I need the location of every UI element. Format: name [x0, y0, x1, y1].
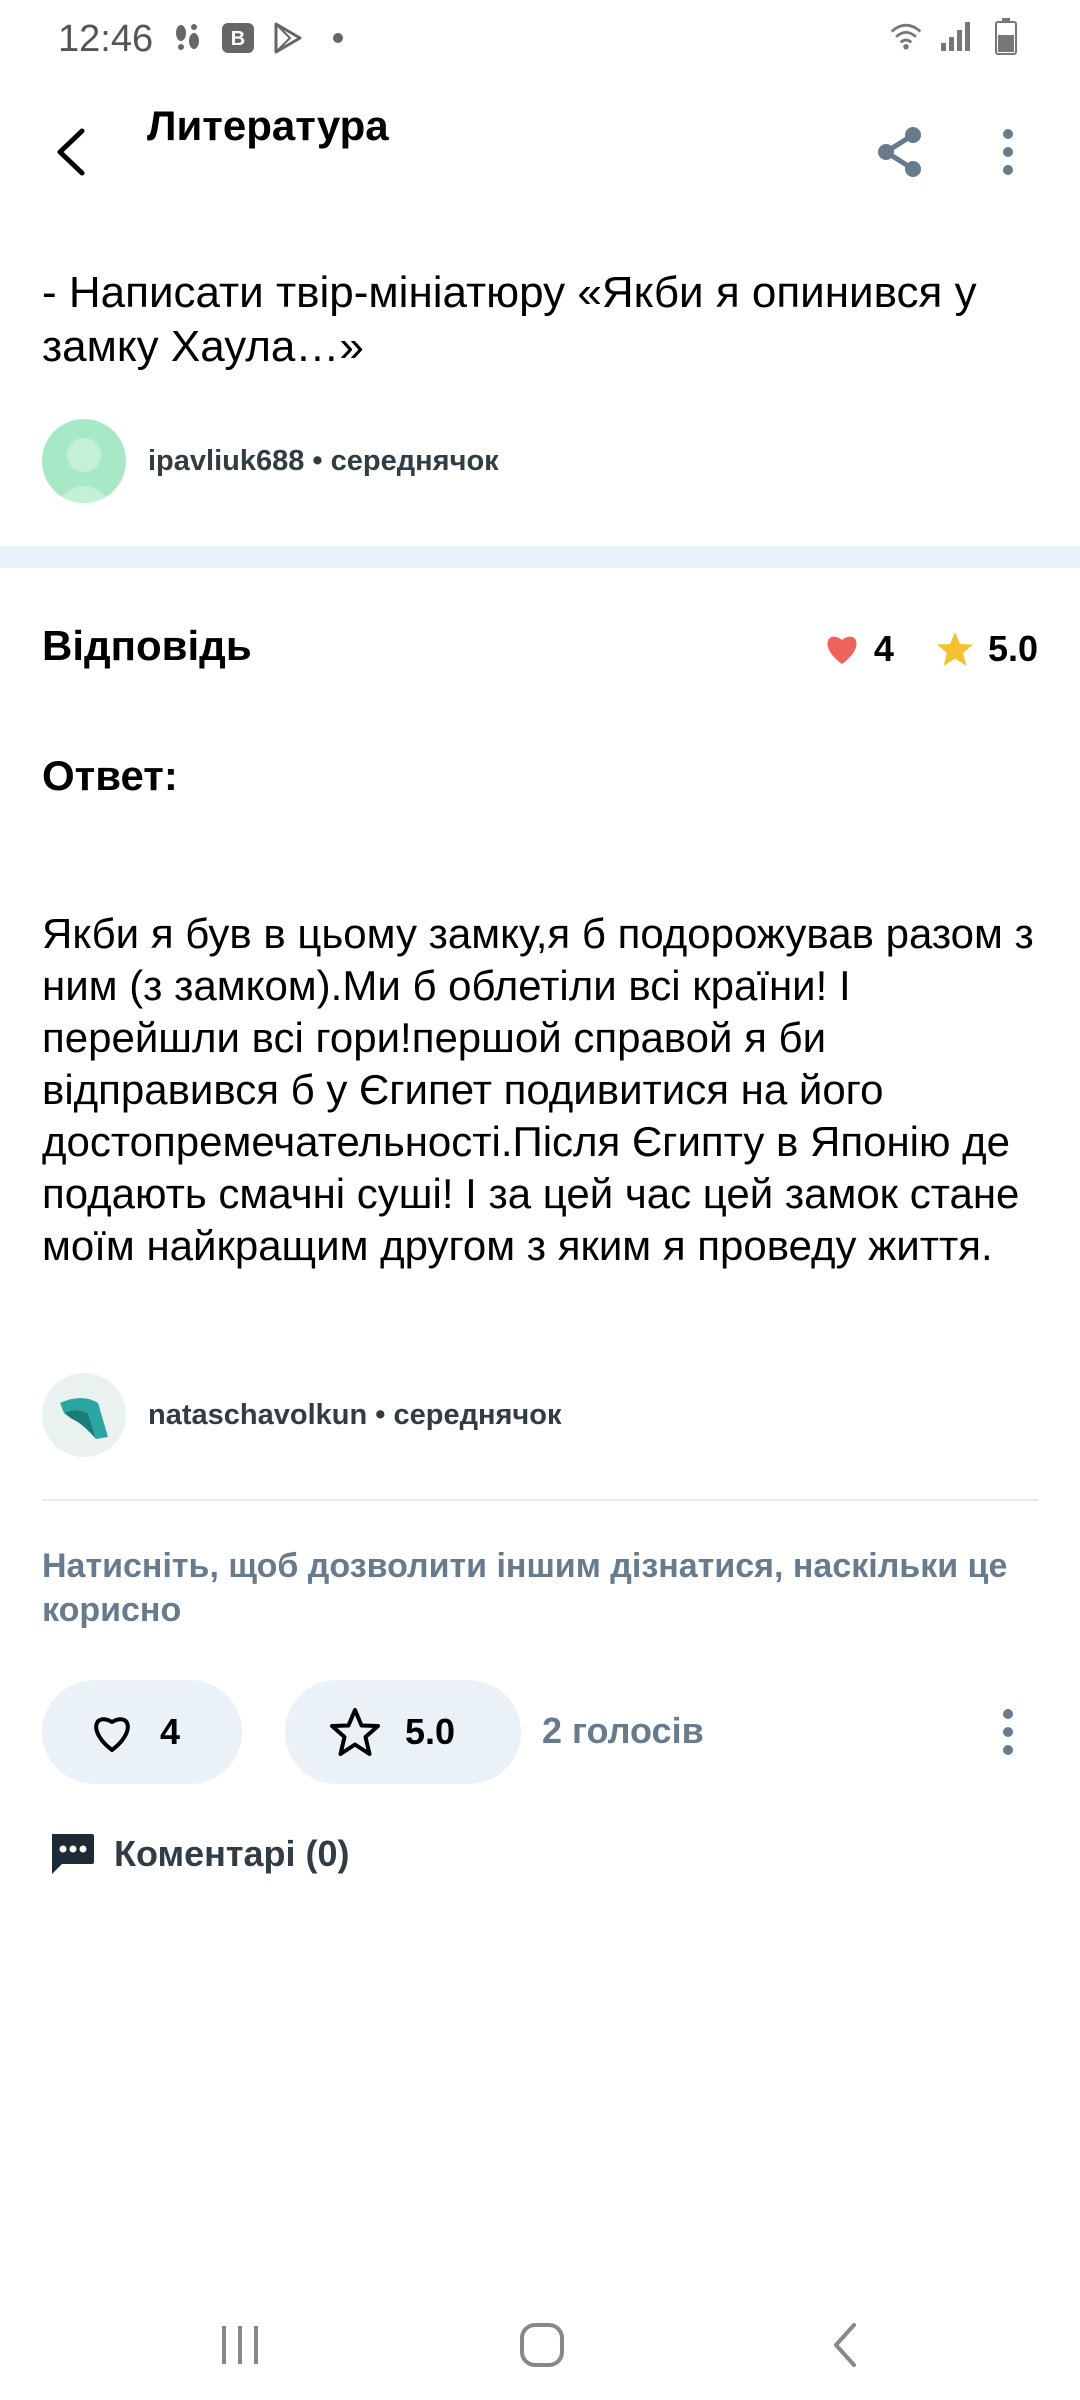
battery-icon	[988, 18, 1024, 55]
star-outline-icon	[330, 1708, 380, 1756]
status-notification-icons: B	[170, 20, 356, 56]
author-info: nataschavolkun • середнячок	[148, 1399, 561, 1432]
author-name[interactable]: nataschavolkun	[148, 1399, 367, 1431]
vk-icon: B	[220, 20, 256, 56]
svg-text:B: B	[231, 28, 245, 50]
rating-value: 5.0	[987, 628, 1038, 669]
recent-apps-button[interactable]	[200, 2310, 280, 2380]
like-count: 4	[160, 1711, 181, 1752]
author-name[interactable]: ipavliuk688	[148, 445, 304, 477]
answer-body: Якби я був в цьому замку,я б подорожував…	[42, 910, 1034, 1269]
nav-back-icon	[834, 2323, 856, 2367]
share-icon	[878, 127, 921, 177]
author-info: ipavliuk688 • середнячок	[148, 445, 499, 478]
question-text: - Написати твір-мініатюру «Якби я опинив…	[42, 268, 977, 371]
comments-button[interactable]: Коментарі (0)	[48, 1832, 350, 1876]
author-separator: •	[304, 444, 331, 477]
rate-button[interactable]: 5.0	[285, 1680, 521, 1784]
system-nav-bar	[0, 2290, 1080, 2400]
top-app-bar: Литература	[0, 80, 1080, 230]
home-icon	[520, 2323, 564, 2367]
status-system-icons	[888, 18, 1024, 55]
answer-more-button[interactable]	[976, 1700, 1040, 1764]
answer-rating: 5.0	[936, 628, 1038, 670]
answer-stats: 4 5.0	[824, 628, 1038, 670]
heart-outline-icon	[94, 1717, 130, 1752]
system-back-button[interactable]	[805, 2310, 885, 2380]
answer-author[interactable]: nataschavolkun • середнячок	[42, 1372, 561, 1458]
signal-icon	[938, 18, 974, 54]
answer-heading: Відповідь	[42, 622, 252, 669]
heart-icon	[827, 636, 857, 664]
default-user-icon	[56, 438, 112, 503]
steps-icon	[170, 20, 206, 56]
avatar[interactable]	[42, 1373, 126, 1457]
comment-icon	[52, 1834, 94, 1874]
back-button[interactable]	[40, 120, 104, 184]
author-rank: середнячок	[393, 1398, 562, 1431]
home-button[interactable]	[502, 2310, 582, 2380]
rating-value: 5.0	[405, 1711, 456, 1752]
share-button[interactable]	[868, 120, 932, 184]
recent-apps-icon	[222, 2326, 258, 2364]
question-author[interactable]: ipavliuk688 • середнячок	[42, 418, 499, 504]
divider	[42, 1499, 1038, 1501]
wifi-icon	[888, 18, 924, 54]
section-divider	[0, 546, 1080, 568]
dot-icon	[320, 20, 356, 56]
more-vertical-icon	[1003, 129, 1013, 175]
star-icon	[936, 632, 973, 666]
more-vertical-icon	[1003, 1709, 1013, 1755]
page-title: Литература	[147, 102, 389, 149]
votes-count: 2 голосів	[542, 1710, 704, 1751]
more-options-button[interactable]	[976, 120, 1040, 184]
avatar[interactable]	[42, 419, 126, 503]
status-time: 12:46	[58, 18, 154, 60]
avatar-image-icon	[60, 1398, 108, 1439]
answer-label: Ответ:	[42, 752, 178, 799]
author-separator: •	[367, 1398, 394, 1431]
play-store-icon	[270, 20, 306, 56]
like-button[interactable]: 4	[42, 1680, 242, 1784]
answer-likes: 4	[824, 628, 894, 670]
comments-label: Коментарі (0)	[114, 1833, 350, 1874]
arrow-back-icon	[57, 128, 85, 176]
status-bar: 12:46 B	[0, 0, 1080, 80]
rate-hint: Натисніть, щоб дозволити іншим дізнатися…	[42, 1547, 1008, 1629]
likes-count: 4	[873, 628, 894, 669]
author-rank: середнячок	[330, 444, 499, 477]
